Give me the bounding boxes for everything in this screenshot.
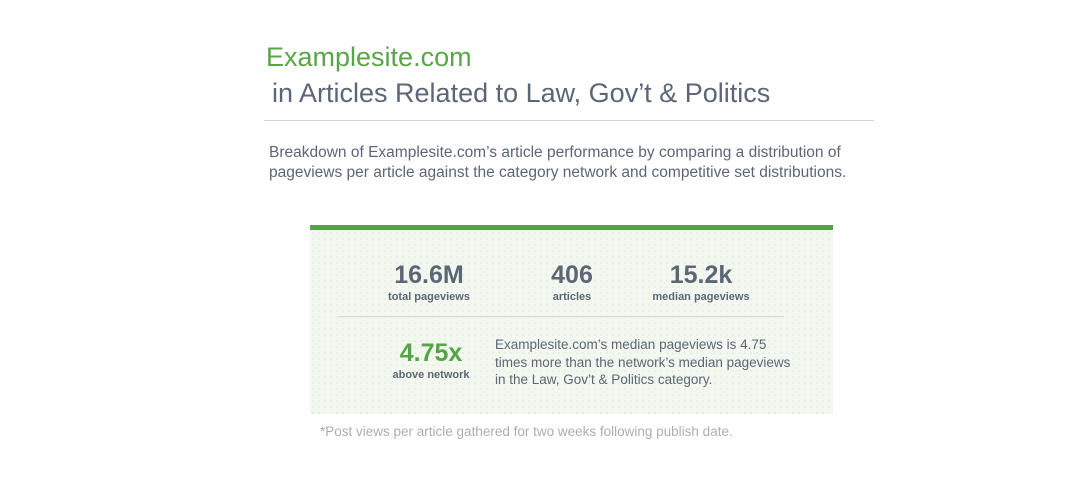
report-header: Examplesite.com in Articles Related to L…: [266, 40, 874, 110]
stat-label: articles: [552, 291, 592, 303]
footnote: *Post views per article gathered for two…: [320, 424, 733, 439]
stat-value: 406: [551, 261, 593, 289]
stat-label: median pageviews: [652, 291, 750, 303]
stat-value: 4.75x: [399, 339, 463, 367]
network-comparison-note: Examplesite.com’s median pageviews is 4.…: [495, 337, 791, 387]
stat-value: 15.2k: [669, 261, 733, 289]
report-description: Breakdown of Examplesite.com’s article p…: [269, 144, 847, 181]
stat-articles: 406 articles: [532, 260, 612, 304]
stat-value: 16.6M: [394, 261, 464, 289]
stats-card: 16.6M total pageviews 406 articles 15.2k…: [310, 225, 833, 414]
stat-label: above network: [392, 369, 470, 381]
stat-above-network: 4.75x above network: [376, 338, 486, 382]
site-name: Examplesite.com: [266, 42, 472, 72]
stat-median-pageviews: 15.2k median pageviews: [640, 260, 762, 304]
page-title: in Articles Related to Law, Gov’t & Poli…: [272, 78, 771, 108]
stats-divider: [338, 316, 784, 317]
header-divider: [264, 120, 874, 121]
stat-label: total pageviews: [388, 291, 470, 303]
stat-total-pageviews: 16.6M total pageviews: [370, 260, 488, 304]
